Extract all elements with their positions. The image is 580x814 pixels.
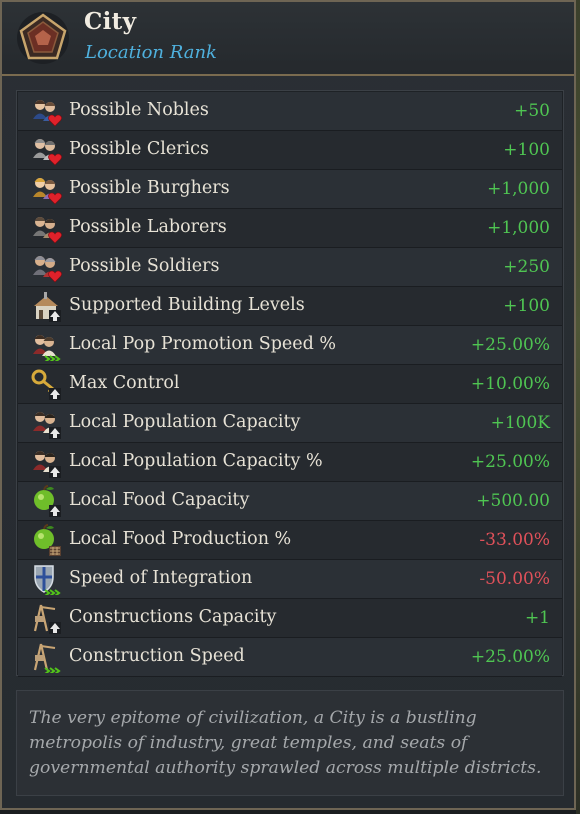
modifier-label: Local Population Capacity — [69, 412, 301, 432]
modifier-value: -33.00% — [479, 530, 550, 550]
modifier-label: Local Food Capacity — [69, 490, 250, 510]
modifier-value: +50 — [514, 101, 550, 121]
modifier-label: Possible Soldiers — [69, 256, 220, 276]
integration-shield-icon — [34, 565, 61, 595]
pentagon-rank-icon — [17, 12, 69, 64]
modifier-value: -50.00% — [479, 569, 550, 589]
burghers-pop-icon — [33, 178, 62, 205]
modifier-label: Local Population Capacity % — [69, 451, 323, 471]
food-production-icon — [34, 524, 61, 556]
modifier-value: +100 — [503, 140, 550, 160]
clerics-pop-icon — [33, 139, 62, 166]
soldiers-pop-icon — [33, 256, 62, 283]
tooltip-header: City Location Rank — [2, 2, 574, 76]
laborers-pop-icon — [33, 217, 62, 244]
modifier-row: Max Control +10.00% — [18, 365, 562, 404]
location-rank-subtitle: Location Rank — [85, 42, 217, 63]
modifier-row: Local Food Production % -33.00% — [18, 521, 562, 560]
modifier-row: Constructions Capacity +1 — [18, 599, 562, 638]
modifier-row: Speed of Integration -50.00% — [18, 560, 562, 599]
modifier-value: +500.00 — [476, 491, 550, 511]
modifier-label: Possible Burghers — [69, 178, 230, 198]
modifier-value: +10.00% — [470, 374, 550, 394]
modifier-row: Possible Laborers +1,000 — [18, 209, 562, 248]
modifier-label: Possible Laborers — [69, 217, 227, 237]
modifier-row: Local Pop Promotion Speed % +25.00% — [18, 326, 562, 365]
food-capacity-icon — [34, 485, 61, 517]
modifier-row: Possible Nobles +50 — [18, 92, 562, 131]
construction-capacity-icon — [33, 604, 61, 634]
modifier-label: Constructions Capacity — [69, 607, 277, 627]
population-capacity-percent-icon — [33, 451, 61, 478]
modifier-value: +25.00% — [470, 335, 550, 355]
description-text: The very epitome of civilization, a City… — [16, 690, 564, 796]
modifier-label: Construction Speed — [69, 646, 245, 666]
modifier-value: +1 — [524, 608, 550, 628]
modifier-label: Supported Building Levels — [69, 295, 305, 315]
modifier-value: +100K — [490, 413, 550, 433]
modifier-list: Possible Nobles +50 Possible Clerics +100 … — [16, 90, 564, 677]
modifier-row: Supported Building Levels +100 — [18, 287, 562, 326]
modifier-label: Possible Nobles — [69, 100, 209, 120]
tooltip-panel: City Location Rank Possible Nobles +50 Po… — [0, 0, 576, 810]
building-levels-icon — [34, 292, 61, 322]
modifier-row: Local Population Capacity % +25.00% — [18, 443, 562, 482]
control-key-icon — [31, 369, 61, 400]
modifier-label: Local Pop Promotion Speed % — [69, 334, 337, 354]
modifier-label: Possible Clerics — [69, 139, 209, 159]
modifier-row: Possible Clerics +100 — [18, 131, 562, 170]
background-edge — [576, 0, 580, 814]
modifier-value: +25.00% — [470, 647, 550, 667]
modifier-value: +1,000 — [487, 179, 550, 199]
population-capacity-icon — [33, 412, 61, 439]
pop-promotion-icon — [33, 335, 61, 361]
modifier-value: +1,000 — [487, 218, 550, 238]
modifier-row: Local Food Capacity +500.00 — [18, 482, 562, 521]
page-title: City — [84, 8, 137, 35]
modifier-row: Possible Burghers +1,000 — [18, 170, 562, 209]
modifier-value: +25.00% — [470, 452, 550, 472]
modifier-label: Max Control — [69, 373, 180, 393]
nobles-pop-icon — [33, 100, 62, 127]
modifier-row: Local Population Capacity +100K — [18, 404, 562, 443]
modifier-value: +100 — [503, 296, 550, 316]
modifier-label: Speed of Integration — [69, 568, 253, 588]
modifier-row: Possible Soldiers +250 — [18, 248, 562, 287]
modifier-row: Construction Speed +25.00% — [18, 638, 562, 677]
modifier-label: Local Food Production % — [69, 529, 292, 549]
modifier-value: +250 — [503, 257, 550, 277]
construction-speed-icon — [33, 643, 61, 673]
